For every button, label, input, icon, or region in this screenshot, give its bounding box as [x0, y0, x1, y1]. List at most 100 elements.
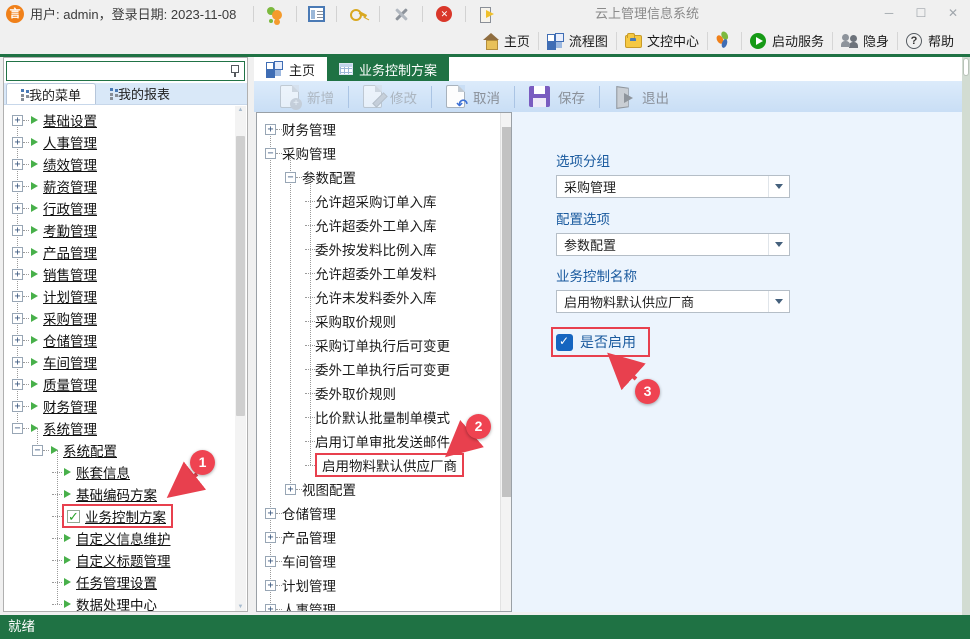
config-tree-item[interactable]: +财务管理 — [257, 117, 511, 141]
config-tree-item[interactable]: 允许未发料委外入库 — [257, 285, 511, 309]
config-tree-item[interactable]: 委外取价规则 — [257, 381, 511, 405]
config-tree-item[interactable]: +车间管理 — [257, 549, 511, 573]
sidebar-tree-item[interactable]: 业务控制方案 — [4, 505, 247, 527]
expand-icon[interactable]: + — [12, 203, 23, 214]
toolbar-button-undo-doc[interactable]: 取消 — [432, 83, 514, 111]
enable-checkbox-group[interactable]: 是否启用 — [551, 327, 650, 357]
collapse-icon[interactable]: − — [265, 148, 276, 159]
sidebar-tree-item[interactable]: 自定义标题管理 — [4, 549, 247, 571]
sidebar-tree-item[interactable]: 自定义信息维护 — [4, 527, 247, 549]
sidebar-tree-item[interactable]: 任务管理设置 — [4, 571, 247, 593]
expand-icon[interactable]: + — [285, 484, 296, 495]
config-tree-item[interactable]: 采购取价规则 — [257, 309, 511, 333]
expand-icon[interactable]: + — [265, 604, 276, 613]
minimize-button[interactable]: ─ — [878, 5, 900, 23]
option-group-dropdown[interactable]: 采购管理 — [556, 175, 790, 198]
sidebar-tree-item[interactable]: 数据处理中心 — [4, 593, 247, 611]
search-input[interactable] — [7, 63, 230, 79]
scroll-down-icon[interactable]: ▼ — [236, 604, 245, 610]
sidebar-tree-item[interactable]: +人事管理 — [4, 131, 247, 153]
checkbox-checked-icon[interactable] — [67, 510, 80, 523]
nav-item-play[interactable]: 启动服务 — [742, 29, 832, 53]
tab-home[interactable]: 主页 — [254, 57, 327, 81]
expand-icon[interactable]: + — [12, 313, 23, 324]
config-tree-item[interactable]: −采购管理 — [257, 141, 511, 165]
sidebar-tree-item[interactable]: +行政管理 — [4, 197, 247, 219]
expand-icon[interactable]: + — [12, 401, 23, 412]
close-button[interactable]: ✕ — [942, 5, 964, 23]
expand-icon[interactable]: + — [265, 556, 276, 567]
sidebar-tree-item[interactable]: +采购管理 — [4, 307, 247, 329]
sidebar-tree-item[interactable]: +产品管理 — [4, 241, 247, 263]
nav-item-butterfly[interactable] — [708, 29, 741, 53]
tab-business-control[interactable]: 业务控制方案 — [327, 57, 449, 81]
pin-icon[interactable] — [230, 65, 239, 77]
config-tree-item[interactable]: 允许超委外工单入库 — [257, 213, 511, 237]
tools-icon[interactable] — [391, 5, 411, 23]
tab-my-menu[interactable]: 我的菜单 — [6, 83, 96, 104]
config-tree-item[interactable]: 委外按发料比例入库 — [257, 237, 511, 261]
config-tree-item[interactable]: +计划管理 — [257, 573, 511, 597]
form-icon[interactable] — [308, 6, 325, 22]
sidebar-tree-item[interactable]: +销售管理 — [4, 263, 247, 285]
expand-icon[interactable]: + — [12, 159, 23, 170]
config-tree-item[interactable]: 采购订单执行后可变更 — [257, 333, 511, 357]
nav-item-flowchart[interactable]: 流程图 — [539, 29, 616, 53]
key-icon[interactable] — [348, 5, 368, 23]
toolbar-button-save[interactable]: 保存 — [515, 83, 599, 111]
chevron-down-icon[interactable] — [768, 234, 789, 255]
sidebar-tree-item[interactable]: −系统管理 — [4, 417, 247, 439]
sidebar-tree-item[interactable]: +基础设置 — [4, 109, 247, 131]
users-icon[interactable] — [265, 5, 285, 23]
expand-icon[interactable]: + — [12, 115, 23, 126]
sidebar-tree-item[interactable]: +绩效管理 — [4, 153, 247, 175]
expand-icon[interactable]: + — [265, 124, 276, 135]
config-tree-item[interactable]: 委外工单执行后可变更 — [257, 357, 511, 381]
search-box[interactable] — [6, 61, 245, 81]
expand-icon[interactable]: + — [265, 508, 276, 519]
toolbar-button-add-doc[interactable]: 新增 — [266, 83, 348, 111]
config-tree-scrollbar[interactable] — [500, 113, 511, 611]
sidebar-tree-item[interactable]: +薪资管理 — [4, 175, 247, 197]
config-option-dropdown[interactable]: 参数配置 — [556, 233, 790, 256]
nav-item-home[interactable]: 主页 — [474, 29, 538, 53]
expand-icon[interactable]: + — [12, 247, 23, 258]
expand-icon[interactable]: + — [12, 335, 23, 346]
sidebar-tree-item[interactable]: +考勤管理 — [4, 219, 247, 241]
sidebar-scrollbar[interactable]: ▲ ▼ — [235, 106, 246, 611]
collapse-icon[interactable]: − — [32, 445, 43, 456]
expand-icon[interactable]: + — [12, 291, 23, 302]
config-tree-item[interactable]: +人事管理 — [257, 597, 511, 612]
config-tree-item[interactable]: 允许超采购订单入库 — [257, 189, 511, 213]
nav-item-people[interactable]: 隐身 — [833, 29, 897, 53]
nav-item-folder[interactable]: 文控中心 — [617, 29, 707, 53]
toolbar-button-edit-doc[interactable]: 修改 — [349, 83, 431, 111]
chevron-down-icon[interactable] — [768, 176, 789, 197]
checkbox-checked-icon[interactable] — [556, 334, 573, 351]
nav-item-help[interactable]: 帮助 — [898, 29, 962, 53]
scrollbar-thumb[interactable] — [236, 136, 245, 416]
collapse-icon[interactable]: − — [12, 423, 23, 434]
sidebar-tree-item[interactable]: +仓储管理 — [4, 329, 247, 351]
sidebar-tree-item[interactable]: 基础编码方案 — [4, 483, 247, 505]
config-tree-item[interactable]: +产品管理 — [257, 525, 511, 549]
control-name-dropdown[interactable]: 启用物料默认供应厂商 — [556, 290, 790, 313]
chevron-down-icon[interactable] — [768, 291, 789, 312]
toolbar-button-exit-door[interactable]: 退出 — [600, 83, 683, 111]
maximize-button[interactable]: ☐ — [910, 5, 932, 23]
stop-icon[interactable] — [434, 5, 454, 23]
expand-icon[interactable]: + — [12, 181, 23, 192]
sidebar-tree-item[interactable]: +财务管理 — [4, 395, 247, 417]
config-tree-item[interactable]: 允许超委外工单发料 — [257, 261, 511, 285]
expand-icon[interactable]: + — [265, 580, 276, 591]
config-tree-item[interactable]: +视图配置 — [257, 477, 511, 501]
expand-icon[interactable]: + — [265, 532, 276, 543]
expand-icon[interactable]: + — [12, 379, 23, 390]
expand-icon[interactable]: + — [12, 357, 23, 368]
scrollbar-thumb[interactable] — [963, 58, 969, 76]
config-tree-item[interactable]: 启用物料默认供应厂商 — [257, 453, 511, 477]
window-scrollbar[interactable] — [962, 57, 970, 615]
collapse-icon[interactable]: − — [285, 172, 296, 183]
config-tree-item[interactable]: −参数配置 — [257, 165, 511, 189]
config-tree-item[interactable]: +仓储管理 — [257, 501, 511, 525]
